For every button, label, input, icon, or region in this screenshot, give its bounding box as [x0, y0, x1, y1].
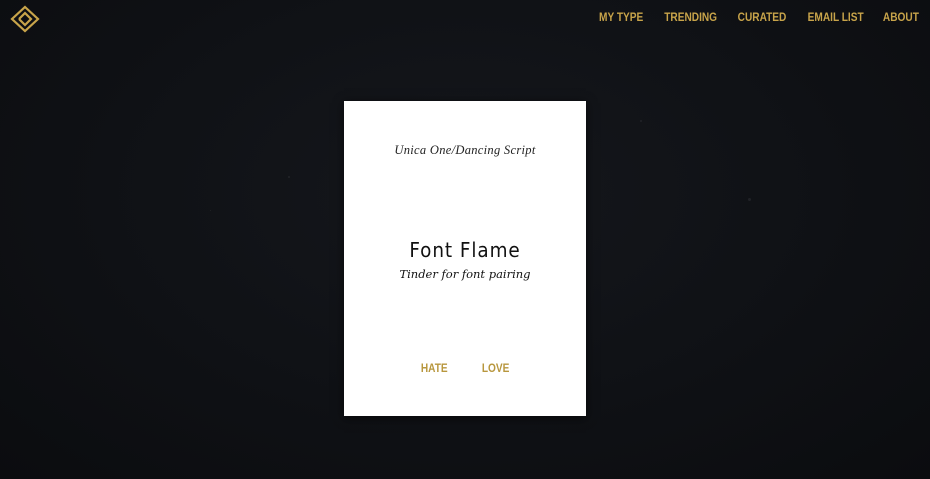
font-pairing-card: Unica One/Dancing Script Font Flame Tind…: [344, 101, 586, 416]
background-speck: [210, 210, 211, 211]
diamond-heart-icon[interactable]: [10, 5, 40, 33]
nav-email-list[interactable]: EMAIL LIST: [808, 11, 864, 25]
nav-curated[interactable]: CURATED: [738, 11, 787, 25]
card-subtitle: Tinder for font pairing: [399, 267, 531, 281]
card-actions: HATE LOVE: [344, 362, 586, 376]
font-pair-name: Unica One/Dancing Script: [394, 143, 536, 157]
hate-button[interactable]: HATE: [421, 362, 448, 376]
nav-about[interactable]: ABOUT: [883, 11, 919, 25]
background-speck: [288, 176, 290, 178]
background-speck: [640, 120, 642, 122]
top-nav: MY TYPE TRENDING CURATED EMAIL LIST ABOU…: [593, 11, 919, 25]
background-speck: [748, 198, 751, 201]
nav-my-type[interactable]: MY TYPE: [599, 11, 643, 25]
nav-trending[interactable]: TRENDING: [664, 11, 717, 25]
love-button[interactable]: LOVE: [481, 362, 509, 376]
card-title: Font Flame: [409, 238, 521, 262]
